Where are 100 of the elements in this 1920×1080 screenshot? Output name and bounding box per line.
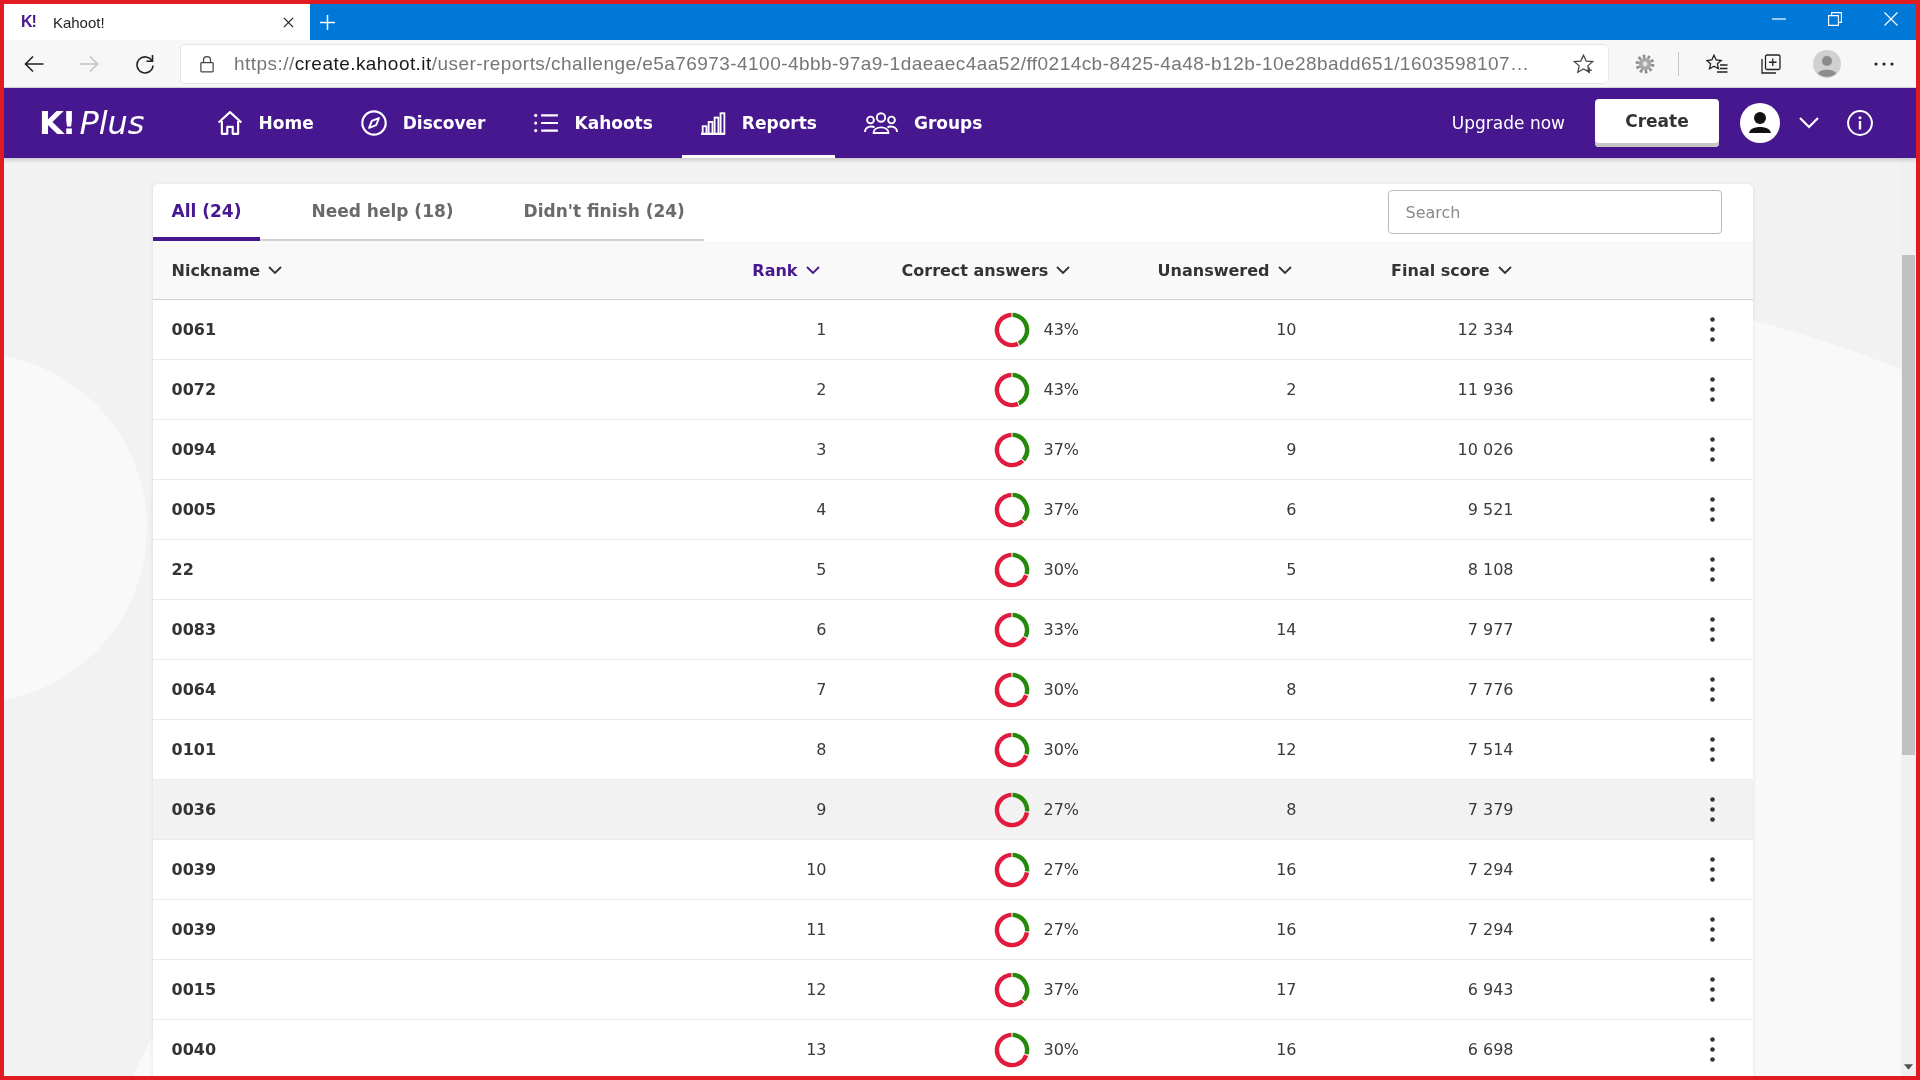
star-icon[interactable] [1573,53,1594,74]
search-field[interactable]: Search [1387,190,1722,234]
table-row[interactable]: 0101 8 30% 12 7 514 [152,720,1753,780]
nickname-text: 0005 [171,500,217,519]
gear-icon[interactable] [1635,53,1655,74]
bar-chart-icon [699,110,726,136]
correct-percent-text: 37% [1043,980,1080,999]
user-avatar-icon[interactable] [1740,103,1780,143]
correct-answers-slice [1011,972,1029,1001]
plus-icon[interactable] [320,14,335,30]
nickname-text: 0094 [171,440,217,459]
more-options-icon[interactable] [1709,377,1715,402]
table-row[interactable]: 0036 9 27% 8 7 379 [152,780,1753,840]
browser-tab[interactable]: K! Kahoot! [4,4,310,40]
refresh-icon[interactable] [135,53,155,74]
table-row[interactable]: 0083 6 33% 14 7 977 [152,600,1753,660]
table-row[interactable]: 0039 11 27% 16 7 294 [152,900,1753,960]
wrong-answers-slice [994,552,1028,587]
wrong-answers-slice [994,792,1029,827]
correct-answers-slice [1011,912,1029,932]
correct-percent-text: 43% [1043,320,1080,339]
correct-percent-text: 27% [1043,860,1080,879]
correct-answers-slice [1011,492,1029,521]
table-row[interactable]: 0064 7 30% 8 7 776 [152,660,1753,720]
info-icon[interactable] [1847,110,1873,136]
table-row[interactable]: 22 5 30% 5 8 108 [152,540,1753,600]
unanswered-count-text: 8 [1286,800,1297,819]
column-header[interactable]: Rank [752,260,820,280]
lock-icon [200,54,214,73]
correct-answers-slice [1011,792,1029,812]
nav-link[interactable]: Groups [845,88,1001,158]
more-options-icon[interactable] [1709,317,1715,342]
chevron-down-icon [1497,266,1512,274]
profile-avatar-icon[interactable] [1813,49,1841,78]
table-row[interactable]: 0015 12 37% 17 6 943 [152,960,1753,1020]
final-score-text: 7 776 [1467,680,1514,699]
correct-percent-text: 43% [1043,380,1080,399]
correct-answers-slice [1011,312,1029,345]
rank-text: 12 [806,980,827,999]
upgrade-link[interactable]: Upgrade now [1451,113,1565,133]
nickname-text: 0101 [171,740,217,759]
nav-link[interactable]: Kahoots [514,88,671,158]
table-row[interactable]: 0094 3 37% 9 10 026 [152,420,1753,480]
more-options-icon[interactable] [1709,797,1715,822]
favorites-icon[interactable] [1706,53,1728,74]
table-row[interactable]: 0039 10 27% 16 7 294 [152,840,1753,900]
nav-link[interactable]: Discover [342,88,504,158]
more-options-icon[interactable] [1709,497,1715,522]
collections-icon[interactable] [1761,53,1781,74]
unanswered-count-text: 16 [1276,1040,1297,1059]
wrong-answers-slice [994,612,1027,647]
column-header[interactable]: Nickname [171,260,283,280]
rank-text: 4 [816,500,827,519]
more-options-icon[interactable] [1709,677,1715,702]
create-button[interactable]: Create [1595,99,1719,147]
wrong-answers-slice [994,312,1019,347]
column-header[interactable]: Unanswered [1157,260,1292,280]
restore-icon[interactable] [1828,12,1842,26]
rank-text: 3 [816,440,827,459]
wrong-answers-slice [994,732,1028,767]
nickname-text: 0061 [171,320,217,339]
chevron-down-icon[interactable] [1799,117,1819,129]
table-row[interactable]: 0040 13 30% 16 6 698 [152,1020,1753,1076]
more-options-icon[interactable] [1709,617,1715,642]
nickname-text: 0040 [171,1040,217,1059]
nav-link[interactable]: Home [198,88,332,158]
scrollbar-thumb[interactable] [1902,255,1915,755]
final-score-text: 12 334 [1457,320,1514,339]
column-header[interactable]: Final score [1391,260,1512,280]
filter-tab[interactable]: Didn't finish (24) [504,184,704,241]
more-options-icon[interactable] [1709,437,1715,462]
filter-tab[interactable]: Need help (18) [292,184,473,241]
unanswered-count-text: 16 [1276,920,1297,939]
rank-text: 5 [816,560,827,579]
table-row[interactable]: 0072 2 43% 2 11 936 [152,360,1753,420]
more-options-icon[interactable] [1709,977,1715,1002]
more-options-icon[interactable] [1709,557,1715,582]
unanswered-count-text: 2 [1286,380,1297,399]
table-row[interactable]: 0005 4 37% 6 9 521 [152,480,1753,540]
favicon: K! [21,13,36,31]
more-options-icon[interactable] [1709,917,1715,942]
column-header[interactable]: Correct answers [901,260,1071,280]
more-options-icon[interactable] [1709,737,1715,762]
correct-percent-text: 30% [1043,680,1080,699]
back-icon[interactable] [24,53,44,74]
table-row[interactable]: 0061 1 43% 10 12 334 [152,300,1753,360]
wrong-answers-slice [994,432,1024,467]
more-options-icon[interactable] [1709,1037,1715,1062]
unanswered-count-text: 6 [1286,500,1297,519]
more-icon[interactable] [1874,61,1894,66]
final-score-text: 6 698 [1467,1040,1514,1059]
scroll-down-icon[interactable] [1904,1064,1913,1070]
close-icon[interactable] [283,16,294,28]
correct-answers-slice [1011,432,1029,461]
logo[interactable]: K!Plus [39,104,145,142]
address-bar[interactable]: https://create.kahoot.it/user-reports/challenge/e5a76973-4100-4bbb-97a9-1daeaec4aa52/ff0214cb-8425-4a48-b12b-10e28badd651/1603598107… [181,44,1608,83]
correct-percent-text: 27% [1043,920,1080,939]
correct-percent-text: 30% [1043,740,1080,759]
tab-title: Kahoot! [52,13,106,31]
more-options-icon[interactable] [1709,857,1715,882]
